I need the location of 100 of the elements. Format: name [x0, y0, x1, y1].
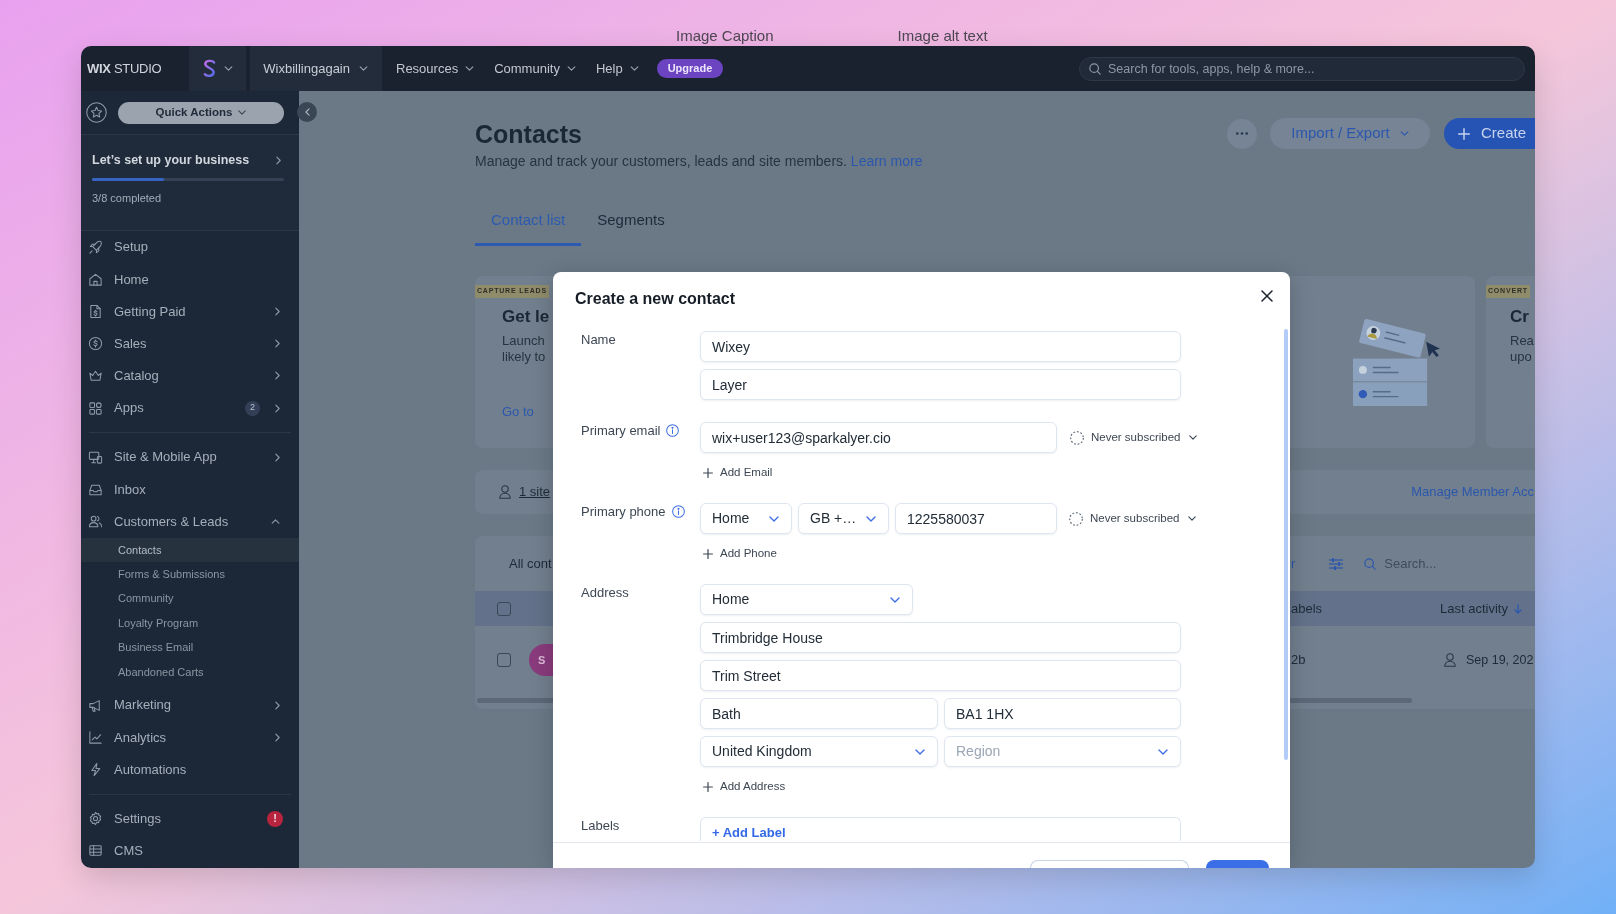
sidebar-item[interactable]: Customers & Leads — [81, 505, 299, 538]
street-field[interactable]: Trimbridge House — [700, 622, 1181, 653]
alert-badge: ! — [267, 810, 283, 827]
settings-icon — [88, 811, 103, 827]
dashed-circle-icon — [1069, 511, 1083, 526]
phone-type-dropdown[interactable]: Home — [700, 503, 792, 534]
card-title: Cr — [1510, 306, 1529, 328]
phone-field[interactable]: 1225580037 — [895, 503, 1057, 534]
sidebar-item[interactable]: Site & Mobile App — [81, 441, 299, 474]
chevron-right-icon — [276, 155, 281, 165]
sidebar-item[interactable]: Marketing — [81, 689, 299, 722]
sidebar-item[interactable]: Setup — [81, 231, 299, 264]
sidebar-item[interactable]: Home — [81, 263, 299, 296]
add-phone-link[interactable]: Add Phone — [700, 546, 777, 562]
subscription-status-dropdown[interactable]: Never subscribed — [1069, 509, 1197, 528]
sidebar-subitem[interactable]: Abandoned Carts — [81, 659, 299, 685]
sidebar-subitem[interactable]: Contacts — [81, 537, 299, 563]
sidebar-subitem[interactable]: Forms & Submissions — [81, 562, 299, 587]
chevron-down-icon — [223, 66, 233, 71]
top-menu-item[interactable]: Help — [595, 58, 639, 79]
quick-actions-button[interactable]: Quick Actions — [118, 101, 284, 124]
subscription-status-dropdown[interactable]: Never subscribed — [1070, 428, 1198, 447]
top-menu-item[interactable]: Community — [494, 58, 576, 79]
field-label: Address — [581, 584, 629, 601]
chevron-down-icon — [890, 596, 900, 603]
site-logo-icon — [202, 59, 216, 78]
person-icon — [499, 485, 511, 499]
sidebar-item[interactable]: Catalog — [81, 359, 299, 392]
sidebar-item[interactable]: Getting Paid — [81, 295, 299, 328]
checkbox[interactable] — [497, 653, 511, 667]
rocket-icon — [88, 239, 103, 255]
add-label-link[interactable]: + Add Label — [712, 825, 786, 840]
sidebar-item[interactable]: Automations — [81, 753, 299, 786]
sidebar-subitem[interactable]: Loyalty Program — [81, 610, 299, 636]
site-members-link[interactable]: 1 site — [519, 482, 551, 502]
person-icon — [1444, 653, 1456, 667]
sidebar-subitem[interactable]: Business Email — [81, 635, 299, 660]
table-cell-text: Sep 19, 202 — [1466, 651, 1534, 669]
info-icon[interactable] — [666, 424, 680, 437]
chevron-down-icon — [866, 515, 876, 522]
dialog-title: Create a new contact — [575, 289, 737, 309]
card-description: Rea upo — [1510, 333, 1534, 365]
avatar: S — [529, 644, 553, 676]
upgrade-button[interactable]: Upgrade — [656, 59, 724, 78]
plus-icon — [703, 468, 713, 478]
sidebar-item[interactable]: Settings ! — [81, 802, 299, 835]
count-badge: 2 — [245, 400, 260, 416]
sidebar-item[interactable]: Inbox — [81, 473, 299, 506]
site-menu-button[interactable]: Wixbillingagain — [250, 46, 382, 91]
plus-icon — [1458, 127, 1470, 140]
field-label: Primary email — [581, 422, 661, 439]
chevron-down-icon — [915, 748, 925, 755]
sidebar-item[interactable]: Sales — [81, 327, 299, 360]
chevron-down-icon — [238, 110, 247, 115]
progress-text: 3/8 completed — [92, 191, 163, 205]
info-icon[interactable] — [671, 505, 685, 518]
bolt-icon — [88, 762, 103, 777]
country-dropdown[interactable]: United Kingdom — [700, 736, 938, 767]
sliders-icon[interactable] — [1329, 557, 1344, 570]
sidebar-item[interactable]: CMS — [81, 834, 299, 867]
street-field[interactable]: Trim Street — [700, 660, 1181, 691]
sidebar-item[interactable]: Analytics — [81, 721, 299, 754]
page-subtitle: Manage and track your customers, leads and site members. Learn more — [475, 152, 924, 171]
chevron-down-icon — [629, 66, 639, 71]
postcode-field[interactable]: BA1 1HX — [944, 698, 1181, 729]
setup-link[interactable]: Let’s set up your business — [92, 151, 284, 169]
chevron-down-icon — [1188, 516, 1197, 521]
crown-icon — [88, 368, 103, 384]
sidebar-item[interactable]: Apps 2 — [81, 391, 299, 425]
add-address-link[interactable]: Add Address — [700, 779, 786, 795]
card-title: Get le — [502, 306, 550, 328]
field-label: Labels — [581, 817, 620, 834]
table-icon — [88, 843, 103, 859]
address-type-dropdown[interactable]: Home — [700, 584, 913, 615]
filled-button[interactable] — [1206, 860, 1269, 868]
chevron-down-icon — [1158, 748, 1168, 755]
create-button[interactable]: Create — [1444, 118, 1535, 149]
megaphone-icon — [88, 697, 103, 713]
country-code-dropdown[interactable]: GB +… — [798, 503, 889, 534]
city-field[interactable]: Bath — [700, 698, 938, 729]
plus-icon — [703, 549, 713, 559]
add-email-link[interactable]: Add Email — [700, 465, 773, 481]
all-contacts-filter[interactable]: All cont — [509, 553, 552, 574]
background-label: Image alt text — [897, 27, 988, 45]
table-cell-text: 2b — [1291, 651, 1306, 670]
close-icon[interactable] — [1261, 290, 1273, 302]
chevron-down-icon — [1189, 435, 1198, 440]
sidebar-subitem[interactable]: Community — [81, 586, 299, 611]
name-field[interactable]: Layer — [700, 369, 1181, 400]
top-menu-item[interactable]: Resources — [396, 58, 475, 79]
chart-icon — [88, 729, 103, 745]
chevron-down-icon — [566, 66, 576, 71]
email-field[interactable]: wix+user123@sparkalyer.cio — [700, 422, 1057, 453]
site-switcher-button[interactable] — [189, 46, 247, 91]
name-field[interactable]: Wixey — [700, 331, 1181, 362]
scrollbar[interactable] — [1284, 329, 1288, 760]
labels-field[interactable]: + Add Label — [700, 817, 1181, 841]
checkbox[interactable] — [497, 601, 511, 616]
dollar-coin-icon — [88, 336, 103, 352]
search-field[interactable]: Search for tools, apps, help & more... — [1079, 56, 1525, 81]
